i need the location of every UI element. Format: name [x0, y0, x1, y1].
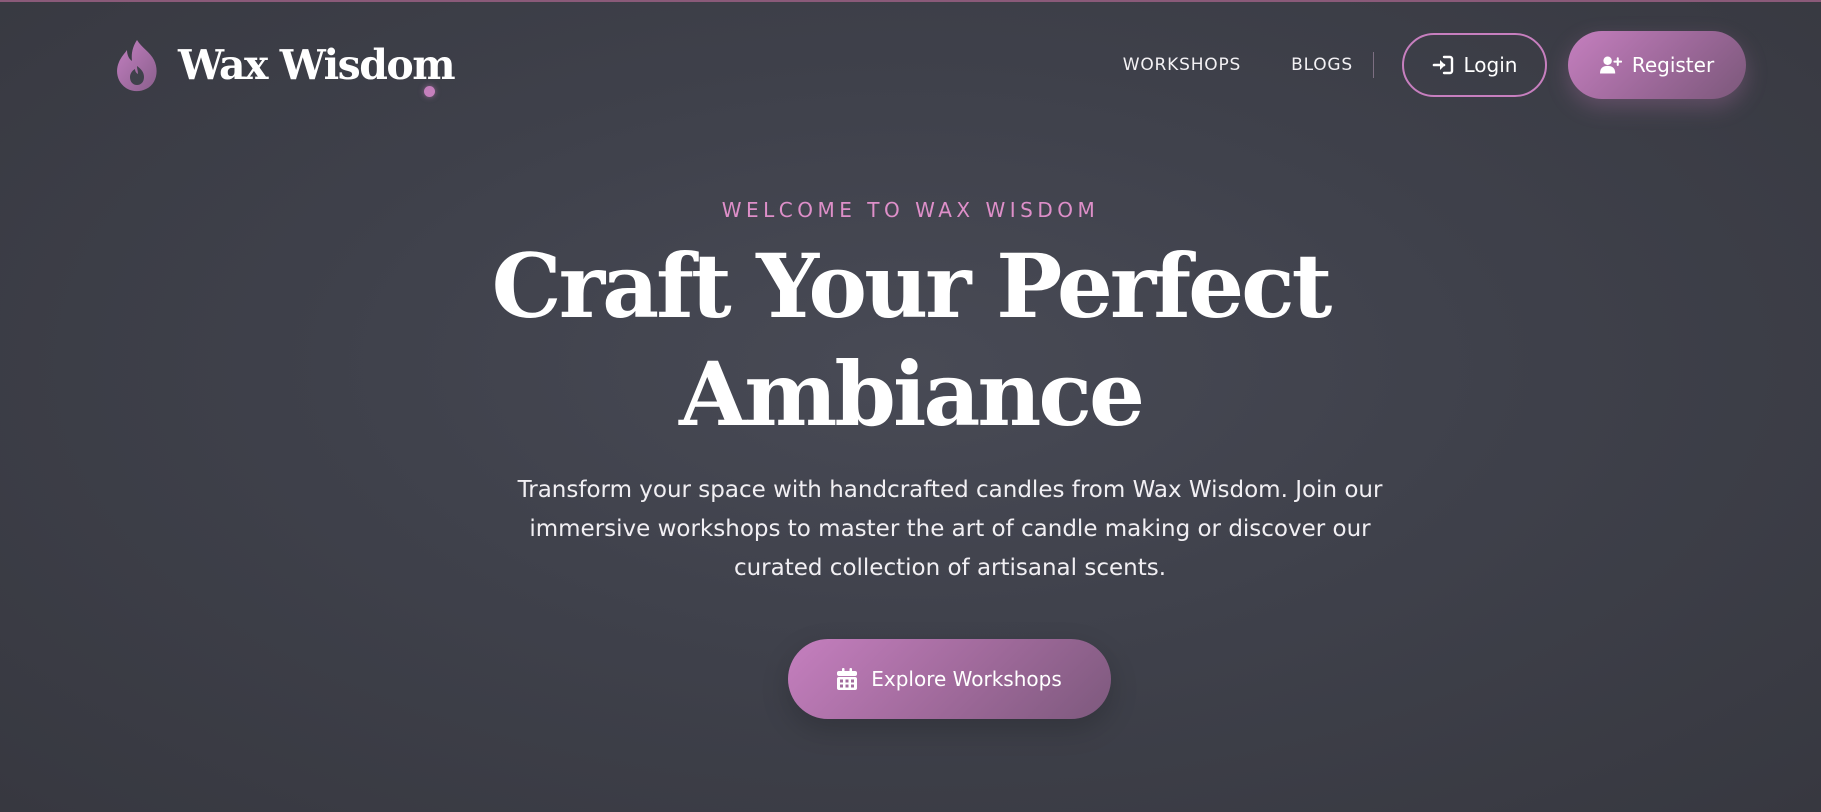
nav-link-blogs[interactable]: BLOGS	[1291, 32, 1353, 98]
hero-description: Transform your space with handcrafted ca…	[517, 477, 1383, 581]
brand-name: Wax Wisdom	[178, 41, 456, 89]
logo-accent-dot	[424, 86, 435, 97]
hero-title: Craft Your Perfect Ambiance	[0, 232, 1821, 448]
register-button[interactable]: Register	[1568, 31, 1746, 99]
user-plus-icon	[1599, 56, 1622, 74]
nav-divider	[1373, 52, 1374, 78]
login-button[interactable]: Login	[1402, 33, 1547, 97]
login-label: Login	[1463, 53, 1518, 77]
hero-eyebrow: WELCOME TO WAX WISDOM	[721, 198, 1100, 222]
explore-workshops-button[interactable]: Explore Workshops	[788, 639, 1111, 719]
calendar-icon	[837, 668, 858, 690]
hero-title-line2: Ambiance	[679, 342, 1145, 446]
logo-link[interactable]: Wax Wisdom	[114, 38, 456, 92]
sign-in-icon	[1432, 55, 1453, 75]
register-label: Register	[1631, 53, 1715, 77]
explore-workshops-label: Explore Workshops	[871, 667, 1062, 691]
hero-title-line1: Craft Your Perfect	[491, 234, 1333, 338]
nav-link-workshops[interactable]: WORKSHOPS	[1123, 32, 1241, 98]
flame-icon	[117, 40, 157, 92]
main-nav: WORKSHOPS BLOGS Login Register	[1123, 31, 1746, 99]
site-header: Wax Wisdom WORKSHOPS BLOGS Login Registe…	[0, 0, 1821, 130]
